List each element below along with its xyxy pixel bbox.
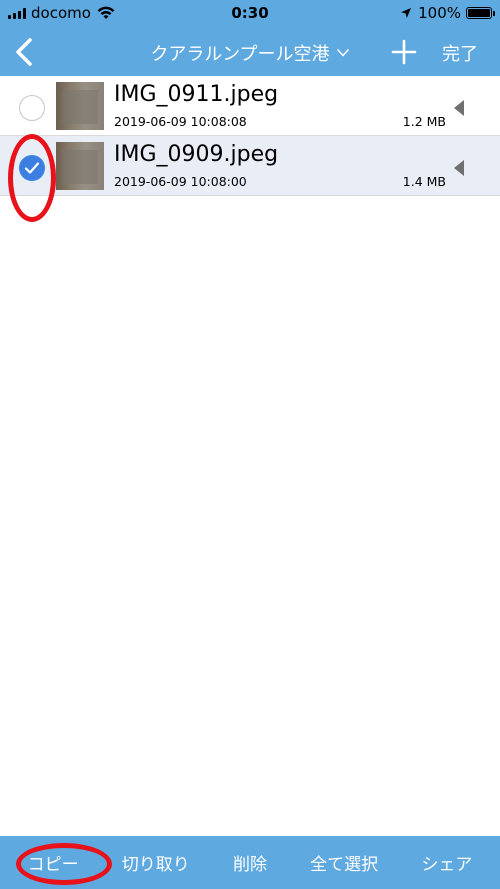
battery-icon [466,7,495,19]
plus-icon[interactable] [390,38,418,66]
file-thumbnail [56,142,104,190]
disclosure-triangle-icon[interactable] [454,100,464,116]
select-radio-checked[interactable] [19,155,45,181]
done-button[interactable]: 完了 [442,40,478,66]
file-date: 2019-06-09 10:08:00 [114,174,247,189]
status-bar: docomo 0:30 100% [0,0,500,28]
delete-button[interactable]: 削除 [233,850,267,875]
file-row[interactable]: IMG_0911.jpeg 2019-06-09 10:08:08 1.2 MB [0,76,500,136]
select-radio[interactable] [19,95,45,121]
checkmark-icon [24,162,40,174]
disclosure-triangle-icon[interactable] [454,160,464,176]
file-list: IMG_0911.jpeg 2019-06-09 10:08:08 1.2 MB… [0,76,500,196]
battery-percent: 100% [418,4,461,22]
folder-title: クアラルンプール空港 [150,44,330,65]
share-button[interactable]: シェア [421,850,472,875]
file-name: IMG_0911.jpeg [114,82,279,107]
file-size: 1.4 MB [402,174,446,189]
cut-button[interactable]: 切り取り [122,850,190,875]
copy-button[interactable]: コピー [28,850,79,875]
file-thumbnail [56,82,104,130]
file-size: 1.2 MB [402,114,446,129]
select-all-button[interactable]: 全て選択 [310,850,378,875]
file-name: IMG_0909.jpeg [114,142,279,167]
folder-selector[interactable]: クアラルンプール空港 [150,40,349,66]
file-row-selected[interactable]: IMG_0909.jpeg 2019-06-09 10:08:00 1.4 MB [0,136,500,196]
location-arrow-icon [401,8,412,18]
status-right: 100% [400,4,495,22]
file-date: 2019-06-09 10:08:08 [114,114,247,129]
bottom-toolbar: コピー 切り取り 削除 全て選択 シェア [0,836,500,889]
chevron-down-icon [336,49,349,57]
nav-title-area: クアラルンプール空港 [0,40,500,66]
battery-fill [468,9,490,17]
nav-bar: クアラルンプール空港 完了 [0,28,500,76]
